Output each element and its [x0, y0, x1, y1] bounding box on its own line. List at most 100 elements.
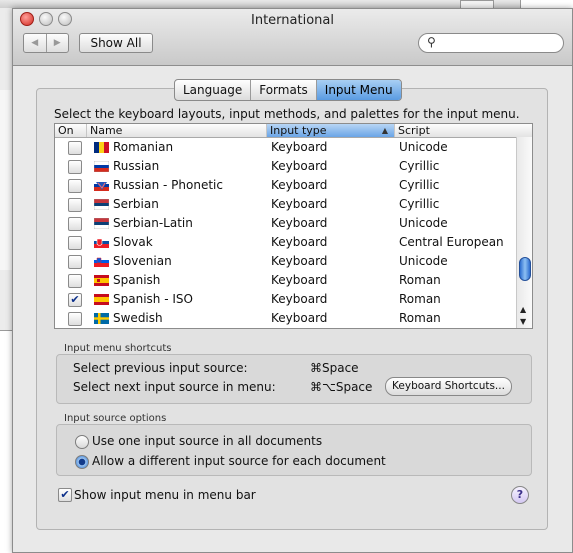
column-header-script[interactable]: Script: [395, 124, 518, 137]
radio-per-document[interactable]: [75, 455, 89, 469]
sort-ascending-icon: ▲: [381, 126, 388, 135]
row-script: Central European: [399, 235, 504, 249]
scroll-down-arrow-icon[interactable]: ▼: [520, 317, 526, 326]
row-input-type: Keyboard: [271, 292, 328, 306]
search-input[interactable]: [441, 34, 551, 52]
window-toolbar: International ◀ ▶ Show All ⚲: [13, 9, 572, 66]
table-row[interactable]: Slovenian Keyboard Unicode: [55, 252, 517, 271]
shortcuts-group-label: Input menu shortcuts: [64, 343, 172, 354]
row-input-type: Keyboard: [271, 235, 328, 249]
slovenia-flag-icon: [94, 256, 109, 267]
row-input-type: Keyboard: [271, 159, 328, 173]
source-options-group-box: [56, 424, 532, 476]
input-sources-table: On Name Input type ▲ Script Romanian Keyb…: [54, 123, 533, 329]
row-enable-checkbox[interactable]: [68, 179, 82, 193]
row-name: Russian: [113, 159, 160, 173]
row-enable-checkbox[interactable]: [68, 255, 82, 269]
spain-iso-flag-icon: [94, 294, 109, 305]
table-scrollbar[interactable]: ▲ ▼: [516, 137, 532, 328]
radio-one-source[interactable]: [75, 435, 89, 449]
row-enable-checkbox[interactable]: [68, 198, 82, 212]
keyboard-shortcuts-button[interactable]: Keyboard Shortcuts...: [385, 377, 512, 396]
prev-source-shortcut: ⌘Space: [310, 361, 359, 375]
tab-input-menu[interactable]: Input Menu: [316, 80, 401, 100]
row-enable-checkbox[interactable]: [68, 274, 82, 288]
row-script: Cyrillic: [399, 197, 440, 211]
prev-source-label: Select previous input source:: [73, 361, 248, 375]
row-script: Roman: [399, 311, 441, 325]
romania-flag-icon: [94, 142, 109, 153]
tab-bar: Language Formats Input Menu: [174, 79, 402, 101]
search-icon: ⚲: [427, 35, 436, 49]
russia-flag-icon: [94, 161, 109, 172]
row-input-type: Keyboard: [271, 216, 328, 230]
back-arrow-icon[interactable]: ◀: [24, 34, 47, 52]
column-header-name[interactable]: Name: [87, 124, 267, 137]
row-enable-checkbox[interactable]: [68, 141, 82, 155]
show-menu-checkbox[interactable]: ✔: [58, 488, 72, 502]
help-button[interactable]: ?: [511, 486, 529, 504]
scrollbar-thumb[interactable]: [519, 257, 531, 281]
row-enable-checkbox[interactable]: ✔: [68, 293, 82, 307]
row-enable-checkbox[interactable]: [68, 217, 82, 231]
table-row[interactable]: Slovak Keyboard Central European: [55, 233, 517, 252]
row-script: Roman: [399, 273, 441, 287]
row-input-type: Keyboard: [271, 254, 328, 268]
row-name: Swedish: [113, 311, 163, 325]
row-name: Romanian: [113, 140, 174, 154]
column-header-on[interactable]: On: [55, 124, 87, 137]
instructions-text: Select the keyboard layouts, input metho…: [54, 107, 520, 121]
row-enable-checkbox[interactable]: [68, 160, 82, 174]
table-row[interactable]: ✔ Spanish - ISO Keyboard Roman: [55, 290, 517, 309]
option-two-label[interactable]: Allow a different input source for each …: [92, 454, 386, 468]
row-input-type: Keyboard: [271, 311, 328, 325]
row-enable-checkbox[interactable]: [68, 236, 82, 250]
row-script: Unicode: [399, 254, 448, 268]
option-one-label[interactable]: Use one input source in all documents: [92, 434, 322, 448]
tab-language[interactable]: Language: [175, 80, 252, 100]
forward-arrow-icon[interactable]: ▶: [47, 34, 69, 52]
show-menu-label[interactable]: Show input menu in menu bar: [74, 488, 256, 502]
table-row[interactable]: Romanian Keyboard Unicode: [55, 138, 517, 157]
show-all-button[interactable]: Show All: [79, 33, 153, 53]
row-script: Unicode: [399, 140, 448, 154]
spain-flag-icon: [94, 275, 109, 286]
row-input-type: Keyboard: [271, 197, 328, 211]
row-script: Cyrillic: [399, 178, 440, 192]
table-row[interactable]: Russian Keyboard Cyrillic: [55, 157, 517, 176]
row-script: Roman: [399, 292, 441, 306]
row-enable-checkbox[interactable]: [68, 312, 82, 326]
row-name: Serbian-Latin: [113, 216, 193, 230]
table-row[interactable]: Serbian Keyboard Cyrillic: [55, 195, 517, 214]
row-name: Russian - Phonetic: [113, 178, 223, 192]
row-input-type: Keyboard: [271, 178, 328, 192]
table-row[interactable]: Swedish Keyboard Roman: [55, 309, 517, 328]
next-source-shortcut: ⌘⌥Space: [310, 380, 373, 394]
serbia-flag-icon: [94, 218, 109, 229]
row-name: Slovak: [113, 235, 153, 249]
table-row[interactable]: Swedish - ProKeyboardRoman: [55, 328, 517, 329]
row-input-type: Keyboard: [271, 140, 328, 154]
source-options-group-label: Input source options: [64, 413, 167, 424]
window-title: International: [251, 13, 334, 28]
table-row[interactable]: Russian - Phonetic Keyboard Cyrillic: [55, 176, 517, 195]
slovakia-flag-icon: [94, 237, 109, 248]
column-header-input-type[interactable]: Input type ▲: [267, 124, 395, 137]
row-name: Spanish: [113, 273, 161, 287]
scroll-up-arrow-icon[interactable]: ▲: [520, 305, 526, 314]
table-row[interactable]: Spanish Keyboard Roman: [55, 271, 517, 290]
row-name: Slovenian: [113, 254, 172, 268]
row-script: Cyrillic: [399, 159, 440, 173]
row-name: Serbian: [113, 197, 159, 211]
table-row[interactable]: Serbian-Latin Keyboard Unicode: [55, 214, 517, 233]
row-name: Spanish - ISO: [113, 292, 193, 306]
next-source-label: Select next input source in menu:: [73, 380, 276, 394]
tab-formats[interactable]: Formats: [251, 80, 317, 100]
column-header-input-type-label: Input type: [270, 124, 327, 137]
table-header: On Name Input type ▲ Script: [55, 124, 532, 138]
row-input-type: Keyboard: [271, 273, 328, 287]
back-forward-group: ◀ ▶: [23, 33, 69, 53]
search-field[interactable]: ⚲: [418, 33, 564, 53]
sweden-flag-icon: [94, 313, 109, 324]
serbia-flag-icon: [94, 199, 109, 210]
